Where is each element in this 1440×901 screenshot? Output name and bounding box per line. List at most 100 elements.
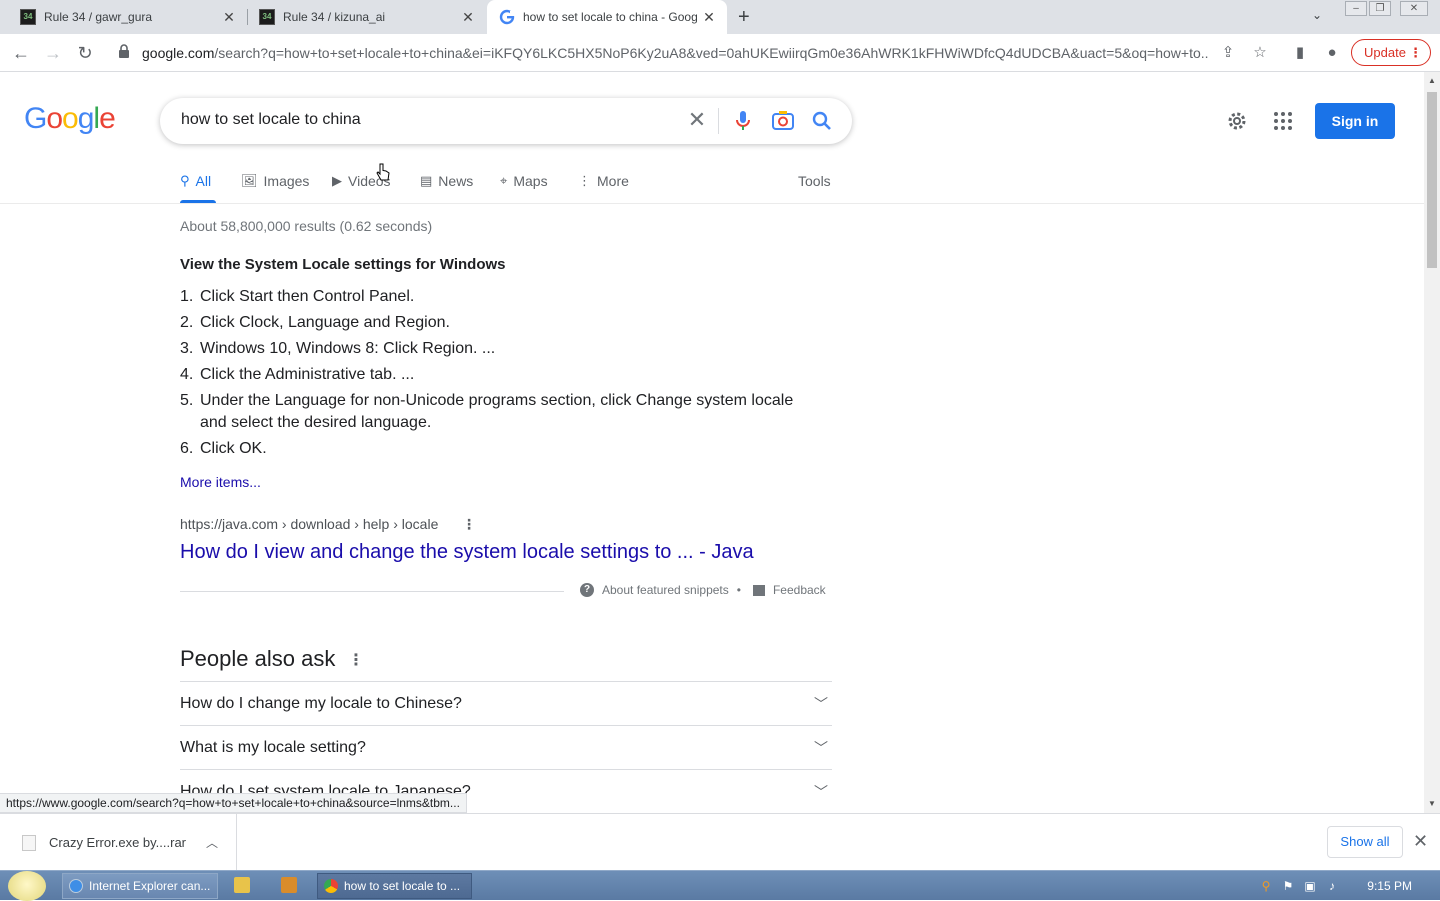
more-items-link[interactable]: More items... (180, 474, 261, 490)
chevron-down-icon: ﹀ (814, 784, 828, 800)
paa-question[interactable]: What is my locale setting? ﹀ (180, 725, 832, 769)
step-number: 3. (180, 340, 194, 357)
update-button[interactable]: Update ⋮ (1351, 39, 1431, 66)
scrollbar-thumb[interactable] (1427, 92, 1437, 268)
tab-search-chevron-icon[interactable]: ⌄ (1312, 8, 1322, 22)
search-input[interactable]: how to set locale to china (181, 111, 361, 129)
step-number: 5. (180, 392, 194, 409)
restore-button[interactable]: ❐ (1369, 1, 1391, 16)
flag-icon[interactable]: ⚑ (1280, 878, 1296, 894)
header-divider (0, 203, 1424, 204)
browser-tab-2[interactable]: 34 Rule 34 / kizuna_ai ✕ (239, 0, 486, 34)
forward-button[interactable]: → (40, 40, 66, 66)
image-icon: 🖼 (241, 173, 258, 188)
media-player-icon[interactable] (281, 877, 297, 893)
side-panel-icon[interactable]: ▮ (1288, 41, 1312, 65)
tab-maps[interactable]: ⌖ Maps (500, 173, 548, 189)
sign-in-button[interactable]: Sign in (1315, 103, 1395, 139)
address-bar[interactable]: google.com/search?q=how+to+set+locale+to… (142, 45, 1208, 61)
help-circle-icon: ? (580, 583, 594, 597)
close-icon[interactable]: ✕ (1413, 831, 1428, 852)
list-item: 1. Click Start then Control Panel. (180, 286, 820, 308)
close-window-button[interactable]: ✕ (1400, 1, 1428, 16)
search-icon[interactable] (809, 108, 835, 134)
network-icon[interactable]: ▣ (1302, 878, 1318, 894)
tab-title: how to set locale to china - Goog (523, 10, 698, 24)
status-bar-url: https://www.google.com/search?q=how+to+s… (0, 793, 467, 813)
browser-tab-3-active[interactable]: how to set locale to china - Goog ✕ (487, 0, 727, 34)
tab-images[interactable]: 🖼 Images (241, 173, 309, 189)
search-icon: ⚲ (180, 173, 190, 188)
chevron-up-icon[interactable]: ︿ (206, 834, 218, 851)
close-tab-icon[interactable]: ✕ (458, 9, 478, 26)
camera-lens-icon[interactable] (770, 108, 796, 134)
step-number: 4. (180, 366, 194, 383)
google-logo[interactable]: Google (24, 102, 116, 136)
bookmark-star-icon[interactable]: ☆ (1248, 41, 1272, 65)
close-tab-icon[interactable]: ✕ (219, 9, 239, 26)
profile-avatar-icon[interactable]: ● (1320, 41, 1344, 65)
step-text: Windows 10, Windows 8: Click Region. ... (200, 340, 496, 357)
google-results-page: Google how to set locale to china ✕ Sign… (0, 72, 1424, 813)
news-icon: ▤ (420, 173, 433, 188)
taskbar-clock[interactable]: 9:15 PM (1367, 879, 1412, 893)
magnifier-tray-icon[interactable]: ⚲ (1258, 878, 1274, 894)
back-button[interactable]: ← (8, 40, 34, 66)
show-all-button[interactable]: Show all (1327, 826, 1403, 858)
search-box: how to set locale to china ✕ (160, 98, 852, 144)
settings-gear-icon[interactable] (1225, 109, 1249, 133)
featured-snippet-heading: View the System Locale settings for Wind… (180, 256, 506, 273)
paa-options-kebab-icon[interactable]: ⋮ (348, 650, 364, 670)
share-icon[interactable]: ⇪ (1216, 41, 1240, 65)
feedback-link[interactable]: Feedback (773, 583, 826, 597)
map-pin-icon: ⌖ (500, 173, 508, 188)
url-host: google.com (142, 45, 215, 61)
lock-icon[interactable] (118, 44, 130, 58)
scroll-up-arrow-icon[interactable]: ▲ (1428, 76, 1436, 85)
search-tabs: ⚲ All 🖼 Images ▶ Videos ▤ News ⌖ Maps ⋮ More T… (180, 168, 832, 204)
taskbar-item-ie[interactable]: Internet Explorer can... (62, 873, 218, 899)
url-path: /search?q=how+to+set+locale+to+china&ei=… (214, 45, 1208, 61)
start-button[interactable] (8, 871, 46, 901)
page-scrollbar[interactable]: ▲ ▼ (1424, 72, 1440, 813)
menu-kebab-icon[interactable]: ⋮ (1409, 40, 1422, 65)
feedback-icon (752, 584, 765, 596)
system-tray: ⚲ ⚑ ▣ ♪ (1254, 871, 1440, 901)
tools-button[interactable]: Tools (798, 173, 831, 189)
browser-tab-1[interactable]: 34 Rule 34 / gawr_gura ✕ (0, 0, 247, 34)
tab-all[interactable]: ⚲ All (180, 173, 211, 189)
minimize-button[interactable]: – (1345, 1, 1367, 16)
download-item[interactable]: Crazy Error.exe by....rar ︿ (0, 814, 237, 871)
volume-icon[interactable]: ♪ (1324, 878, 1340, 894)
clear-search-icon[interactable]: ✕ (682, 106, 712, 136)
list-item: 3. Windows 10, Windows 8: Click Region. .… (180, 338, 820, 360)
paa-question[interactable]: How do I change my locale to Chinese? ﹀ (180, 681, 832, 725)
about-featured-snippets-link[interactable]: About featured snippets (602, 583, 729, 597)
tab-title: Rule 34 / gawr_gura (44, 10, 153, 24)
tab-more[interactable]: ⋮ More (578, 173, 629, 189)
scroll-down-arrow-icon[interactable]: ▼ (1428, 799, 1436, 808)
google-apps-grid-icon[interactable] (1271, 109, 1295, 133)
more-vert-icon: ⋮ (578, 173, 591, 188)
result-url[interactable]: https://java.com › download › help › loc… (180, 516, 438, 532)
browser-toolbar: ← → ↻ google.com/search?q=how+to+set+loc… (0, 34, 1440, 72)
google-icon (499, 9, 515, 25)
tab-label: All (195, 173, 212, 189)
featured-snippet-list: 1. Click Start then Control Panel. 2. Clic… (180, 286, 820, 464)
result-options-kebab-icon[interactable]: ⋮ (462, 516, 476, 533)
tab-label: News (438, 173, 474, 189)
people-also-ask-heading: People also ask (180, 646, 336, 671)
microphone-icon[interactable] (730, 108, 756, 134)
step-text: Click Start then Control Panel. (200, 288, 415, 305)
tab-news[interactable]: ▤ News (420, 173, 473, 189)
new-tab-button[interactable]: + (738, 6, 750, 29)
reload-button[interactable]: ↻ (72, 40, 98, 66)
browser-tabstrip: 34 Rule 34 / gawr_gura ✕ 34 Rule 34 / ki… (0, 0, 1440, 34)
step-text: Click Clock, Language and Region. (200, 314, 450, 331)
close-tab-icon[interactable]: ✕ (699, 9, 719, 26)
result-title-link[interactable]: How do I view and change the system loca… (180, 541, 754, 564)
hand-cursor-icon (376, 163, 390, 181)
taskbar-item-chrome[interactable]: how to set locale to ... (317, 873, 472, 899)
search-divider (718, 108, 719, 134)
folder-icon[interactable] (234, 877, 250, 893)
